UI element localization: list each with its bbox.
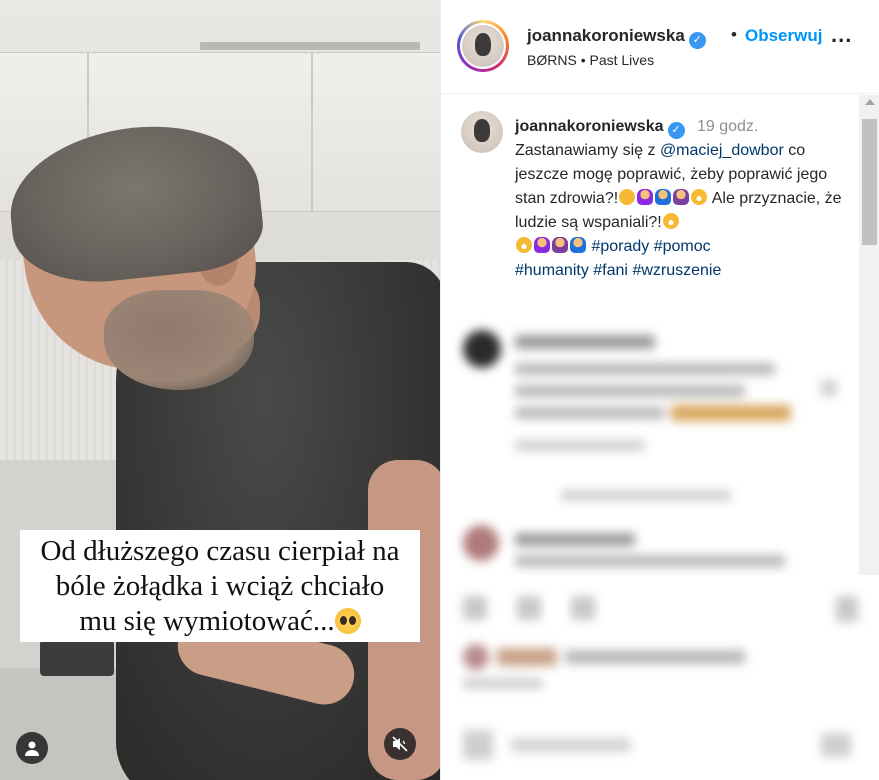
separator-dot: •: [731, 25, 737, 44]
video-caption-box: Od dłuższego czasu cierpiał na bóle żołą…: [20, 530, 420, 642]
woman-facepalming-icon: [552, 237, 568, 253]
hashtag-link[interactable]: #porady: [591, 238, 649, 255]
confused-face-icon: [619, 189, 636, 205]
comment-avatar: [463, 330, 501, 368]
verified-badge-icon: ✓: [688, 32, 706, 49]
audio-separator: •: [580, 52, 586, 68]
comment-avatar: [463, 525, 499, 561]
tagged-user-button[interactable]: [16, 732, 48, 764]
woman-gesturing-icon: [534, 237, 550, 253]
add-comment-input[interactable]: [511, 738, 631, 752]
video-caption: Od dłuższego czasu cierpiał na bóle żołą…: [40, 534, 399, 639]
appliance: [40, 640, 114, 676]
hashtag-link[interactable]: #humanity: [515, 262, 589, 279]
post-username[interactable]: joannakoroniewska ✓: [527, 26, 706, 49]
save-icon[interactable]: [836, 596, 858, 622]
scrollbar[interactable]: [859, 95, 879, 575]
audio-artist[interactable]: BØRNS: [527, 52, 577, 68]
post-actions: [441, 578, 879, 780]
hashtag-link[interactable]: #fani: [593, 262, 628, 279]
audio-info[interactable]: BØRNS • Past Lives: [527, 52, 654, 68]
mute-button[interactable]: [384, 728, 416, 760]
avatar-image: [462, 25, 504, 67]
username-text[interactable]: joannakoroniewska: [527, 26, 685, 45]
woman-facepalming-icon: [673, 189, 690, 205]
video-caption-line: Od dłuższego czasu cierpiał na: [40, 534, 400, 567]
share-icon[interactable]: [571, 596, 595, 620]
emoji-icon[interactable]: [463, 730, 493, 760]
comments-list[interactable]: joannakoroniewska ✓ 19 godz. Zastanawiamy…: [441, 95, 859, 575]
reel-video[interactable]: Od dłuższego czasu cierpiał na bóle żołą…: [0, 0, 440, 780]
video-caption-line: mu się wymiotować...: [79, 604, 335, 637]
hashtag-link[interactable]: #wzruszenie: [632, 262, 721, 279]
caption-timestamp[interactable]: 19 godz.: [697, 118, 758, 135]
man-beard: [104, 290, 254, 390]
caption-text: Zastanawiamy się z: [515, 142, 660, 159]
post-button[interactable]: [821, 733, 851, 757]
post-header: joannakoroniewska ✓ • Obserwuj ... BØRNS …: [441, 0, 879, 94]
laughing-face-icon: [516, 237, 532, 253]
cabinet: [312, 52, 440, 212]
woman-gesturing-icon: [637, 189, 654, 205]
like-icon[interactable]: [463, 596, 487, 620]
follow-button[interactable]: Obserwuj: [745, 26, 822, 46]
man-shrugging-icon: [655, 189, 672, 205]
speaker-muted-icon: [392, 736, 408, 752]
profile-avatar[interactable]: [457, 20, 509, 72]
man-shrugging-icon: [570, 237, 586, 253]
pleading-face-icon: [334, 607, 361, 634]
post-caption: joannakoroniewska ✓ 19 godz. Zastanawiamy…: [515, 115, 845, 283]
video-caption-line: bóle żołądka i wciąż chciało: [55, 569, 385, 602]
user-icon: [25, 741, 39, 756]
scroll-up-arrow-icon[interactable]: [865, 99, 875, 105]
mention-link[interactable]: @maciej_dowbor: [660, 142, 784, 159]
caption-avatar[interactable]: [461, 111, 503, 153]
scroll-thumb[interactable]: [862, 119, 877, 245]
verified-badge-icon: ✓: [667, 122, 685, 139]
cabinet-rail: [200, 42, 420, 50]
caption-username[interactable]: joannakoroniewska: [515, 118, 664, 135]
laughing-face-icon: [662, 213, 679, 229]
hashtag-link[interactable]: #pomoc: [654, 238, 711, 255]
more-options-button[interactable]: ...: [831, 22, 852, 48]
comment-icon[interactable]: [517, 596, 541, 620]
audio-title[interactable]: Past Lives: [589, 52, 654, 68]
laughing-face-icon: [691, 189, 708, 205]
post-panel: joannakoroniewska ✓ • Obserwuj ... BØRNS …: [440, 0, 879, 780]
